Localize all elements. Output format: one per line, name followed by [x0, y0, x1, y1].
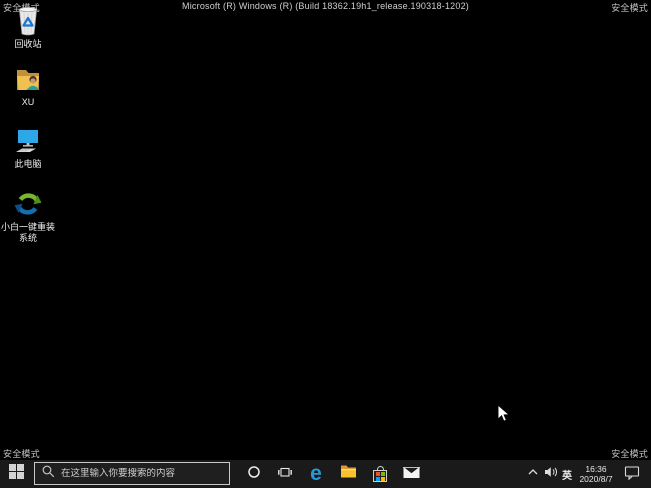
icon-label: 此电脑 — [14, 159, 42, 169]
tray-show-hidden-icons-button[interactable] — [526, 460, 540, 488]
action-center-button[interactable] — [620, 460, 644, 488]
cortana-button[interactable] — [240, 460, 268, 488]
file-explorer-icon — [340, 464, 357, 484]
safe-mode-label-top-right: 安全模式 — [611, 3, 648, 13]
build-watermark: Microsoft (R) Windows (R) (Build 18362.1… — [182, 1, 469, 11]
desktop-icon-recycle-bin[interactable]: 回收站 — [0, 5, 56, 50]
safe-mode-label-bottom-right: 安全模式 — [611, 449, 648, 459]
tray-clock[interactable]: 16:36 2020/8/7 — [576, 460, 616, 488]
user-folder-icon — [12, 63, 44, 95]
action-center-icon — [624, 464, 640, 485]
search-input[interactable] — [61, 468, 223, 479]
mail-icon — [401, 465, 421, 484]
tray-volume-button[interactable] — [542, 460, 559, 488]
desktop: Microsoft (R) Windows (R) (Build 18362.1… — [0, 0, 651, 488]
store-icon — [373, 466, 387, 482]
edge-icon: e — [310, 461, 322, 485]
clock-time: 16:36 — [585, 464, 607, 474]
speaker-icon — [544, 465, 558, 484]
windows-start-icon — [9, 464, 24, 484]
file-explorer-button[interactable] — [334, 460, 362, 488]
desktop-icon-xiaobai-reinstall[interactable]: 小白一键重装系统 — [0, 188, 56, 244]
clock-date: 2020/8/7 — [579, 474, 613, 484]
edge-button[interactable]: e — [302, 460, 330, 488]
icon-label: 回收站 — [14, 39, 42, 49]
chevron-up-icon — [527, 465, 539, 483]
desktop-icon-this-pc[interactable]: 此电脑 — [0, 125, 56, 170]
tray-ime-indicator[interactable]: 英 — [559, 460, 575, 488]
start-button[interactable] — [0, 460, 33, 488]
this-pc-icon — [12, 125, 44, 157]
mail-button[interactable] — [397, 460, 425, 488]
icon-label: XU — [21, 97, 35, 107]
search-icon — [41, 464, 55, 483]
desktop-icon-user-folder-xu[interactable]: XU — [0, 63, 56, 108]
mouse-cursor — [497, 404, 511, 428]
icon-label: 小白一键重装系统 — [0, 222, 55, 243]
ime-language-label: 英 — [562, 470, 572, 482]
taskbar-search-box[interactable] — [34, 462, 230, 485]
task-view-icon — [277, 464, 293, 485]
task-view-button[interactable] — [271, 460, 299, 488]
cortana-icon — [246, 464, 262, 485]
taskbar: e — [0, 460, 651, 488]
recycle-bin-icon — [12, 5, 44, 37]
xiaobai-reinstall-icon — [12, 188, 44, 220]
store-button[interactable] — [366, 460, 394, 488]
safe-mode-label-bottom-left: 安全模式 — [3, 449, 40, 459]
